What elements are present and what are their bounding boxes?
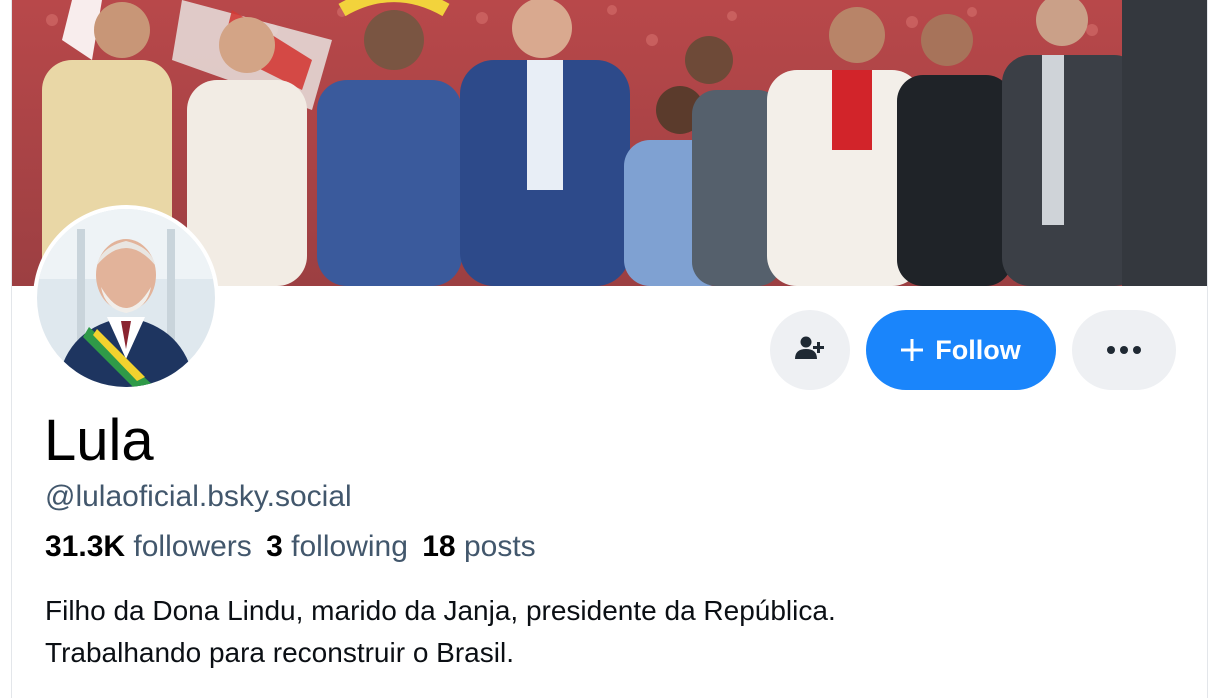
following-label: following: [291, 530, 408, 563]
ellipsis-icon: [1107, 341, 1141, 359]
following-count: 3: [266, 530, 283, 563]
posts-count: 18: [422, 530, 456, 563]
bio-line: Filho da Dona Lindu, marido da Janja, pr…: [45, 595, 836, 626]
avatar[interactable]: [33, 205, 219, 391]
followers-link[interactable]: 31.3K followers: [45, 530, 252, 563]
more-options-button[interactable]: [1072, 310, 1176, 390]
follow-button[interactable]: Follow: [866, 310, 1056, 390]
posts-label: posts: [463, 530, 536, 563]
plus-icon: [901, 331, 924, 367]
add-friend-button[interactable]: [770, 310, 850, 390]
avatar-image: [37, 209, 215, 387]
display-name: Lula: [44, 408, 154, 473]
profile-handle[interactable]: @lulaoficial.bsky.social: [45, 479, 352, 515]
followers-count: 31.3K: [45, 530, 126, 563]
profile-bio: Filho da Dona Lindu, marido da Janja, pr…: [45, 590, 836, 674]
follow-button-label: Follow: [935, 334, 1021, 365]
profile-stats: 31.3K followers 3 following 18 posts: [45, 529, 536, 565]
posts-stat: 18 posts: [422, 530, 535, 563]
following-link[interactable]: 3 following: [266, 530, 408, 563]
person-plus-icon: [795, 335, 825, 366]
bio-line: Trabalhando para reconstruir o Brasil.: [45, 637, 514, 668]
followers-label: followers: [133, 530, 252, 563]
